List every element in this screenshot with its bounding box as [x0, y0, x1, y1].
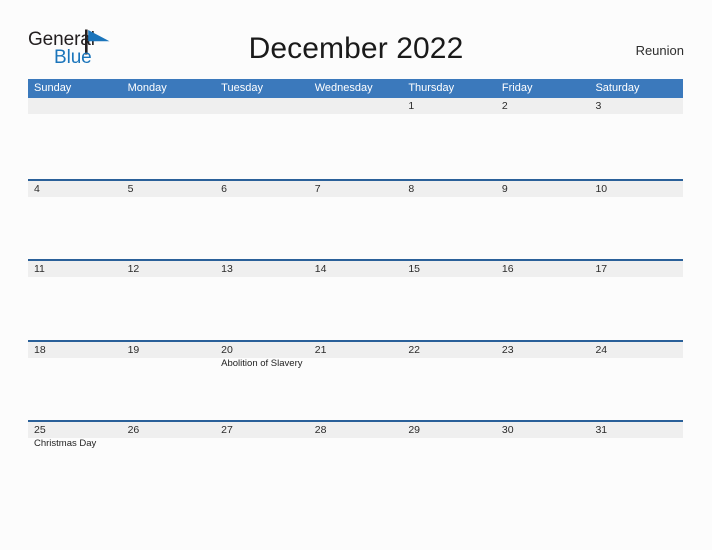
- day-cell-wednesday-empty: [309, 98, 403, 179]
- page-title: December 2022: [248, 32, 464, 65]
- day-number: 7: [314, 182, 321, 195]
- calendar-week-row: 18 19 20 Abolition of Slavery 21 22 23 24: [28, 339, 683, 421]
- calendar-week-row: 4 5 6 7 8 9 10: [28, 178, 683, 260]
- day-cell-tuesday-6[interactable]: 6: [215, 181, 309, 260]
- day-number: 27: [221, 424, 233, 436]
- general-blue-logo[interactable]: General Blue: [28, 28, 124, 72]
- day-cell-friday-2[interactable]: 2: [496, 98, 590, 179]
- weekday-header-sunday: Sunday: [34, 82, 72, 94]
- day-number: 16: [501, 263, 514, 275]
- day-number: 29: [408, 424, 420, 436]
- day-cell-thursday-1[interactable]: 1: [402, 98, 496, 179]
- day-number: 5: [127, 182, 134, 195]
- day-cell-monday-26[interactable]: 26: [122, 422, 216, 501]
- day-number: 18: [34, 343, 46, 356]
- day-number: 26: [127, 424, 140, 436]
- day-cell-friday-9[interactable]: 9: [496, 181, 590, 260]
- weekday-header-saturday: Saturday: [595, 82, 640, 94]
- day-number: 2: [501, 100, 508, 112]
- day-number: 17: [595, 263, 608, 275]
- day-number: 1: [408, 100, 415, 112]
- day-number: 23: [501, 343, 514, 356]
- day-number: 21: [314, 343, 327, 356]
- page-header: General Blue December 2022 Reunion: [28, 26, 684, 74]
- weekday-header-tuesday: Tuesday: [221, 82, 263, 94]
- day-cell-sunday-25[interactable]: 25 Christmas Day: [28, 422, 122, 501]
- day-cell-monday-5[interactable]: 5: [122, 181, 216, 260]
- calendar-page: General Blue December 2022 Reunion Sunda…: [0, 0, 712, 550]
- day-number: 10: [595, 182, 608, 195]
- day-cell-saturday-17[interactable]: 17: [589, 261, 683, 340]
- day-events: Christmas Day: [34, 438, 117, 450]
- weekday-header-thursday: Thursday: [408, 82, 455, 94]
- day-number: [315, 100, 398, 113]
- day-cell-tuesday-20[interactable]: 20 Abolition of Slavery: [215, 342, 309, 421]
- day-cell-tuesday-27[interactable]: 27: [215, 422, 309, 501]
- day-cell-thursday-8[interactable]: 8: [402, 181, 496, 260]
- day-number: 3: [595, 100, 602, 112]
- day-number: 11: [34, 263, 45, 275]
- day-cell-sunday-4[interactable]: 4: [28, 181, 122, 260]
- calendar-week-row: 1 2 3: [28, 98, 683, 179]
- day-events: Abolition of Slavery: [221, 358, 304, 370]
- day-number: 14: [314, 263, 327, 275]
- day-number: 30: [501, 424, 514, 436]
- day-cell-sunday-18[interactable]: 18: [28, 342, 122, 421]
- day-cell-tuesday-13[interactable]: 13: [215, 261, 309, 340]
- day-cell-friday-30[interactable]: 30: [496, 422, 590, 501]
- day-number: 24: [595, 343, 608, 356]
- holiday-event-label: Christmas Day: [34, 438, 97, 449]
- weekday-header-wednesday: Wednesday: [314, 82, 373, 94]
- day-cell-thursday-29[interactable]: 29: [402, 422, 496, 501]
- day-number: 19: [127, 343, 140, 356]
- day-number: 13: [221, 263, 233, 275]
- day-cell-sunday-11[interactable]: 11: [28, 261, 122, 340]
- day-number: 20: [221, 343, 233, 356]
- day-cell-saturday-10[interactable]: 10: [589, 181, 683, 260]
- day-cell-saturday-31[interactable]: 31: [589, 422, 683, 501]
- day-number: [128, 100, 211, 113]
- day-cell-friday-16[interactable]: 16: [496, 261, 590, 340]
- day-number: 31: [595, 424, 608, 436]
- holiday-event-label: Abolition of Slavery: [221, 357, 303, 369]
- day-number: [221, 100, 304, 113]
- day-number: 4: [34, 182, 40, 195]
- day-cell-wednesday-14[interactable]: 14: [309, 261, 403, 340]
- day-number: 15: [408, 263, 420, 275]
- day-cell-monday-12[interactable]: 12: [122, 261, 216, 340]
- day-number: 25: [34, 424, 46, 436]
- day-number: 28: [314, 424, 327, 436]
- day-cell-wednesday-21[interactable]: 21: [309, 342, 403, 421]
- day-cell-thursday-22[interactable]: 22: [402, 342, 496, 421]
- day-cell-saturday-3[interactable]: 3: [589, 98, 683, 179]
- region-label: Reunion: [635, 42, 684, 58]
- calendar-weeks: 1 2 3 4 5 6 7 8 9 10 11 12 13 14 15 16 17 18 19 20 Abolition…: [28, 98, 683, 501]
- day-cell-saturday-24[interactable]: 24: [589, 342, 683, 421]
- day-cell-monday-19[interactable]: 19: [122, 342, 216, 421]
- day-cell-sunday-empty: [28, 98, 122, 179]
- day-number: 6: [221, 182, 227, 195]
- day-cell-friday-23[interactable]: 23: [496, 342, 590, 421]
- day-cell-wednesday-28[interactable]: 28: [309, 422, 403, 501]
- weekday-header-monday: Monday: [127, 82, 167, 94]
- day-cell-wednesday-7[interactable]: 7: [309, 181, 403, 260]
- weekday-header-row: Sunday Monday Tuesday Wednesday Thursday…: [28, 79, 683, 98]
- day-cell-thursday-15[interactable]: 15: [402, 261, 496, 340]
- day-number: 8: [408, 182, 415, 195]
- logo-text-blue: Blue: [54, 47, 92, 68]
- day-number: 9: [501, 182, 508, 195]
- day-number: 22: [408, 343, 420, 356]
- calendar-week-row: 11 12 13 14 15 16 17: [28, 259, 683, 340]
- weekday-header-friday: Friday: [501, 82, 533, 94]
- calendar-week-row: 25 Christmas Day 26 27 28 29 30 31: [28, 420, 683, 501]
- day-number: 12: [127, 263, 140, 275]
- calendar-grid: Sunday Monday Tuesday Wednesday Thursday…: [28, 79, 683, 501]
- day-number: [34, 100, 117, 113]
- day-cell-monday-empty: [122, 98, 216, 179]
- day-cell-tuesday-empty: [215, 98, 309, 179]
